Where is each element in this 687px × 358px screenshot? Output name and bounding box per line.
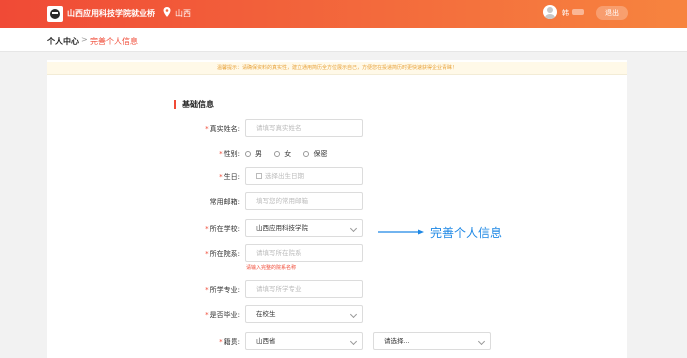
breadcrumb-separator: > [81,35,88,44]
user-avatar[interactable] [543,5,557,19]
graduated-select[interactable]: 在校生 [245,305,363,323]
birthday-date-picker[interactable]: 选择出生日期 [245,167,363,185]
major-label: *所学专业: [205,286,240,294]
birthday-label: *生日: [219,173,240,181]
annotation-text: 完善个人信息 [430,226,503,240]
gender-male-radio[interactable] [245,151,251,157]
gender-female-label[interactable]: 女 [284,150,291,158]
province-select[interactable]: 山西省 [245,332,363,350]
breadcrumb-current: 完善个人信息 [90,37,138,46]
real-name-input[interactable]: 请填写真实姓名 [245,119,363,137]
location-pin-icon[interactable] [163,7,171,17]
email-input[interactable]: 填写您的常用邮箱 [245,192,363,210]
graduated-label: *是否毕业: [205,311,240,319]
gender-secret-label[interactable]: 保密 [313,150,327,158]
city-select[interactable]: 请选择... [373,332,491,350]
site-name[interactable]: 山西应用科技学院就业桥 [67,8,155,19]
gender-label: *性别: [219,150,240,158]
major-input[interactable]: 请填写所学专业 [245,280,363,298]
chevron-down-icon [477,337,486,346]
notice-banner: 温馨提示：请确保资料的真实性，建立通用简历全方位展示自己，方便您在投递简历时更快… [47,62,627,75]
location-text[interactable]: 山西 [175,8,191,19]
email-label: 常用邮箱: [209,198,240,206]
chevron-down-icon [349,310,358,319]
department-hint: 请输入完整的院系名称 [246,265,297,271]
section-title: 基础信息 [174,100,214,109]
department-label: *所在院系: [205,250,240,258]
username-redaction [572,9,584,15]
chevron-down-icon [349,337,358,346]
top-navbar: 山西应用科技学院就业桥 山西 韩 退出 [0,0,687,28]
gender-male-label[interactable]: 男 [255,150,262,158]
school-label: *所在学校: [205,225,240,233]
gender-female-radio[interactable] [274,151,281,157]
breadcrumb-personal-center[interactable]: 个人中心 [47,36,79,47]
real-name-label: *真实姓名: [205,125,240,133]
chevron-down-icon [349,224,358,233]
school-select[interactable]: 山西应用科技学院 [245,219,363,237]
department-input[interactable]: 请填写所在院系 [245,244,363,262]
gender-radio-group: 男 女 保密 [245,149,337,159]
calendar-icon [256,173,262,179]
username[interactable]: 韩 [562,8,569,18]
gender-secret-radio[interactable] [303,151,310,157]
logout-button[interactable]: 退出 [596,6,628,20]
annotation-arrow-icon [378,229,424,235]
site-logo[interactable] [47,6,63,22]
hometown-label: *籍贯: [219,338,240,346]
breadcrumb: 个人中心 > 完善个人信息 [0,28,687,52]
